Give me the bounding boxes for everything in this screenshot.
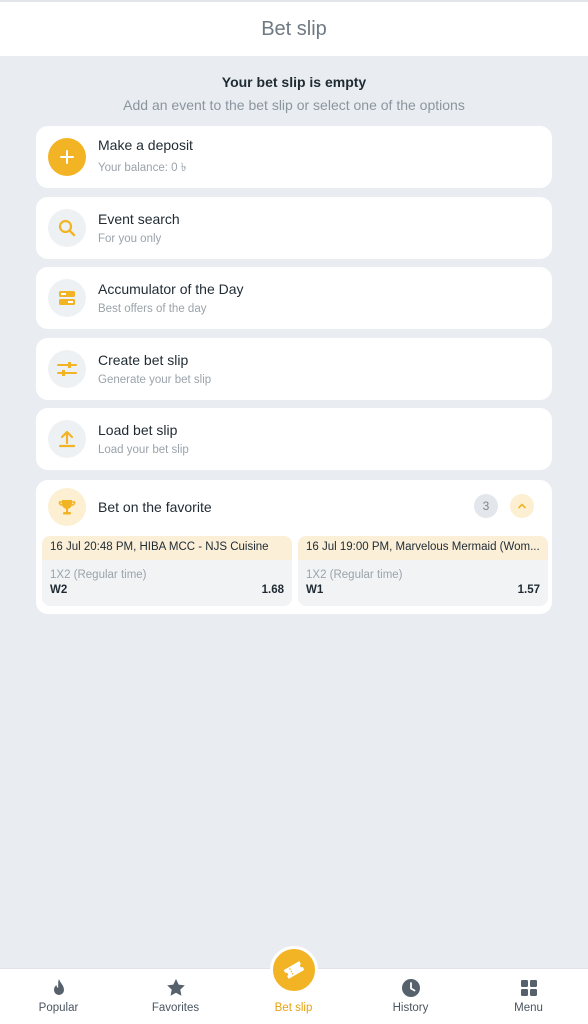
event-market: 1X2 (Regular time)	[306, 569, 403, 581]
plus-icon	[48, 138, 86, 176]
event-outcome: W1	[306, 584, 324, 596]
create-bet-slip-option[interactable]: Create bet slip Generate your bet slip	[36, 338, 552, 400]
nav-label: Menu	[514, 1002, 543, 1014]
search-icon	[48, 209, 86, 247]
star-icon	[167, 979, 185, 996]
option-title: Accumulator of the Day	[98, 281, 244, 297]
collapse-button[interactable]	[510, 494, 534, 518]
nav-label: Popular	[38, 1002, 79, 1014]
make-deposit-option[interactable]: Make a deposit Your balance: 0 ৳	[36, 126, 552, 188]
option-subtitle: For you only	[98, 233, 162, 245]
event-header: 16 Jul 20:48 PM, HIBA MCC - NJS Cuisine	[42, 536, 292, 560]
nav-label: Favorites	[151, 1002, 200, 1014]
favorite-title: Bet on the favorite	[98, 499, 212, 515]
flame-icon	[54, 979, 64, 995]
option-title: Create bet slip	[98, 352, 189, 368]
event-odds: 1.57	[517, 584, 540, 596]
option-title: Load bet slip	[98, 422, 178, 438]
event-header: 16 Jul 19:00 PM, Marvelous Mermaid (Wom.…	[298, 536, 548, 560]
event-market: 1X2 (Regular time)	[50, 569, 147, 581]
nav-menu[interactable]: Menu	[470, 969, 587, 1024]
nav-popular[interactable]: Popular	[0, 969, 117, 1024]
event-outcome: W2	[50, 584, 68, 596]
empty-state-subtitle: Add an event to the bet slip or select o…	[123, 97, 465, 113]
accumulator-icon	[48, 279, 86, 317]
chevron-up-icon	[518, 503, 526, 509]
empty-state-title: Your bet slip is empty	[221, 74, 367, 90]
upload-icon	[48, 420, 86, 458]
favorite-event-card[interactable]: 16 Jul 20:48 PM, HIBA MCC - NJS Cuisine …	[42, 536, 292, 606]
load-bet-slip-option[interactable]: Load bet slip Load your bet slip	[36, 408, 552, 470]
clock-icon	[402, 979, 420, 997]
favorite-header: Bet on the favorite	[48, 488, 212, 526]
favorite-panel: Bet on the favorite 3 16 Jul 20:48 PM, H…	[36, 480, 552, 614]
bet-slip-fab[interactable]	[270, 946, 318, 994]
nav-history[interactable]: History	[352, 969, 469, 1024]
nav-favorites[interactable]: Favorites	[117, 969, 234, 1024]
grid-icon	[521, 980, 537, 996]
option-subtitle: Load your bet slip	[98, 444, 189, 456]
header: Bet slip	[0, 0, 588, 56]
option-subtitle: Generate your bet slip	[98, 374, 212, 386]
favorite-count-badge: 3	[474, 494, 498, 518]
accumulator-option[interactable]: Accumulator of the Day Best offers of th…	[36, 267, 552, 329]
option-title: Make a deposit	[98, 136, 193, 153]
nav-label: Bet slip	[274, 1002, 313, 1014]
option-title: Event search	[98, 211, 180, 227]
sliders-icon	[48, 350, 86, 388]
option-subtitle: Best offers of the day	[98, 303, 207, 315]
favorite-event-card[interactable]: 16 Jul 19:00 PM, Marvelous Mermaid (Wom.…	[298, 536, 548, 606]
page-title: Bet slip	[261, 17, 327, 40]
event-search-option[interactable]: Event search For you only	[36, 197, 552, 259]
nav-label: History	[392, 1002, 429, 1014]
trophy-icon	[48, 488, 86, 526]
event-odds: 1.68	[261, 584, 284, 596]
option-subtitle: Your balance: 0 ৳	[98, 161, 187, 174]
ticket-icon	[283, 961, 305, 979]
